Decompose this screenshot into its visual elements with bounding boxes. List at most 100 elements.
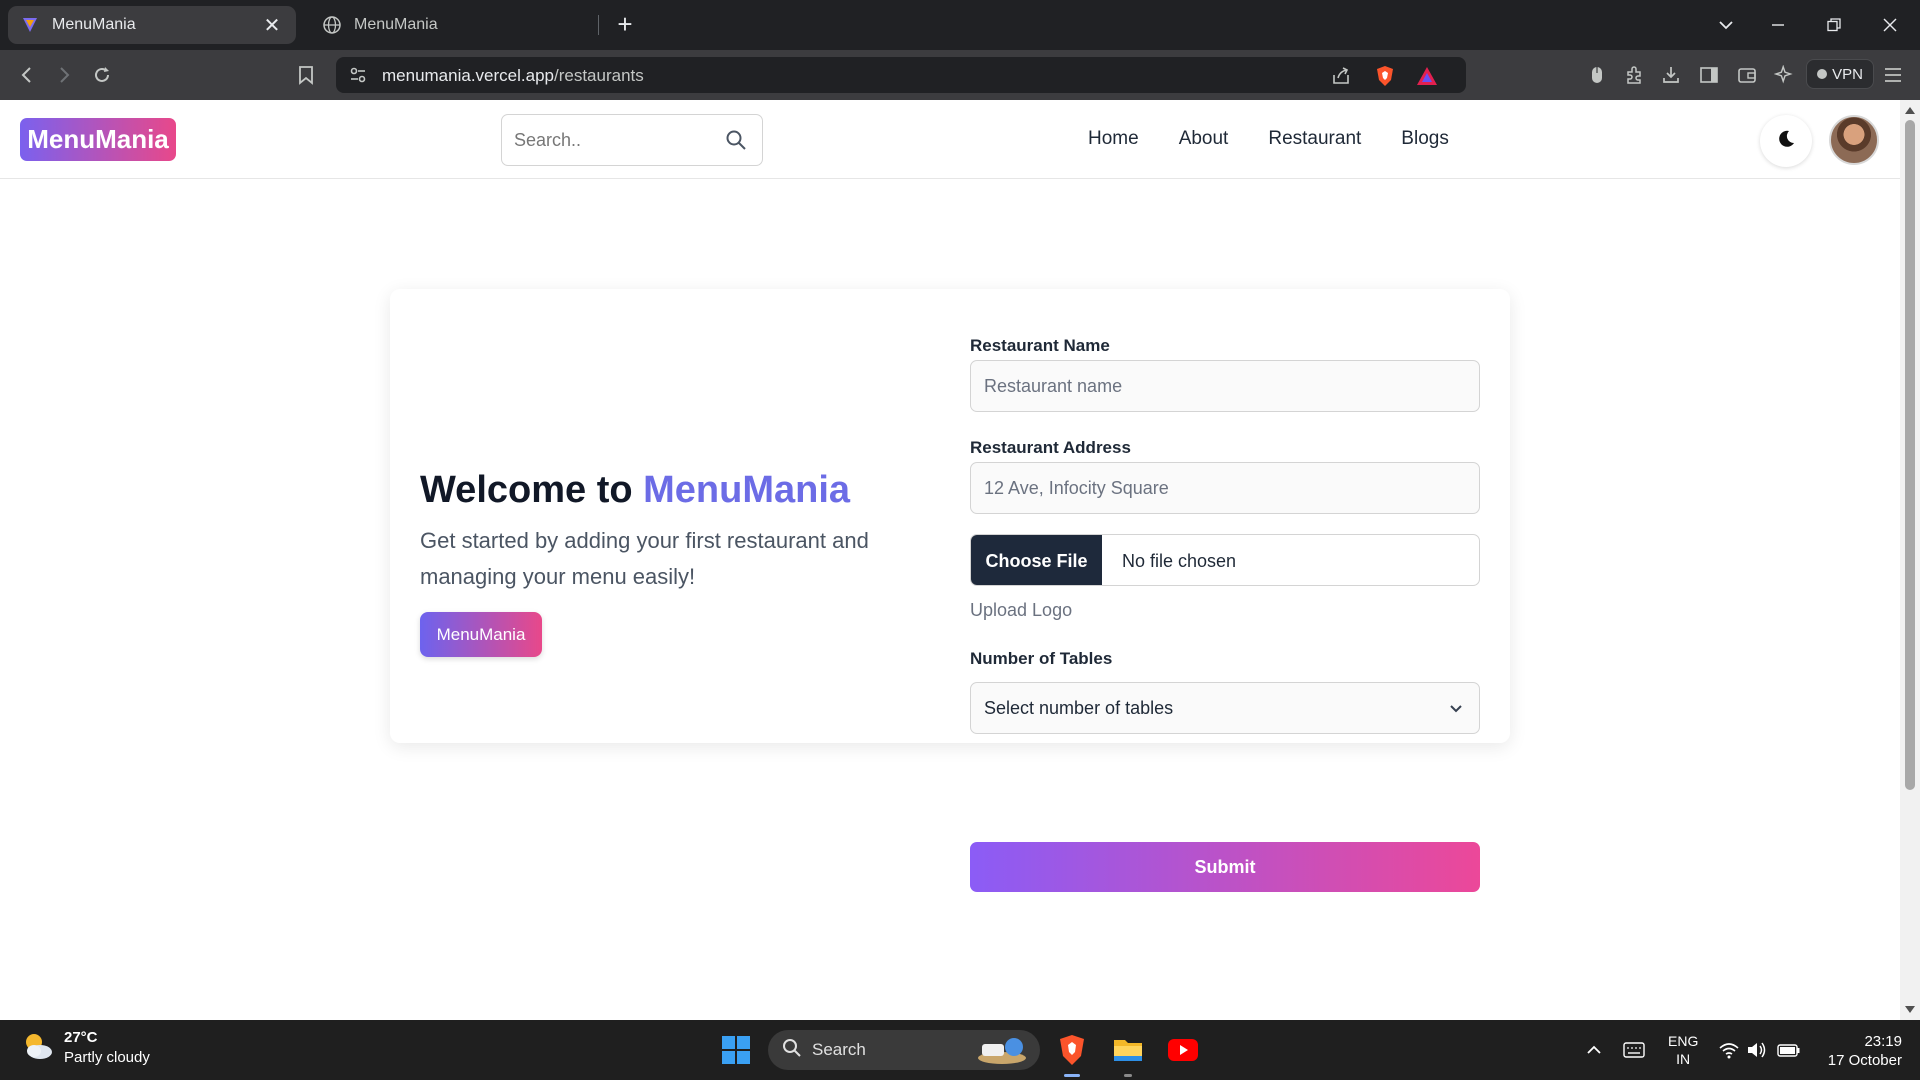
back-icon[interactable] <box>14 62 40 88</box>
language-code: ENG <box>1668 1033 1699 1049</box>
restaurant-address-label: Restaurant Address <box>970 438 1131 457</box>
search-icon <box>782 1038 802 1063</box>
brave-rewards-icon[interactable] <box>1414 63 1440 89</box>
tab-menumania-active[interactable]: MenuMania ✕ <box>8 6 296 44</box>
youtube-icon[interactable] <box>1163 1030 1203 1070</box>
tab-title: MenuMania <box>52 16 136 33</box>
restore-icon[interactable] <box>1806 0 1862 50</box>
nav-link-restaurant[interactable]: Restaurant <box>1268 128 1361 150</box>
forward-icon[interactable] <box>51 62 77 88</box>
vpn-label: VPN <box>1832 65 1863 83</box>
chevron-down-icon <box>1445 698 1467 720</box>
weather-condition: Partly cloudy <box>64 1049 150 1066</box>
restaurant-name-label: Restaurant Name <box>970 336 1110 355</box>
download-icon[interactable] <box>1658 62 1684 88</box>
globe-icon <box>322 15 342 35</box>
input-language-indicator[interactable]: ENG IN <box>1668 1032 1698 1068</box>
reload-icon[interactable] <box>89 62 115 88</box>
weather-temperature: 27°C <box>64 1029 98 1046</box>
welcome-brand: MenuMania <box>643 469 851 511</box>
submit-button[interactable]: Submit <box>970 842 1480 892</box>
menu-icon[interactable] <box>1880 62 1906 88</box>
nav-link-about[interactable]: About <box>1179 128 1229 150</box>
welcome-heading: Welcome to MenuMania <box>420 469 850 512</box>
partly-cloudy-icon <box>20 1029 56 1068</box>
app-running-indicator <box>1124 1074 1132 1077</box>
site-settings-icon[interactable] <box>346 63 370 87</box>
battery-icon[interactable] <box>1777 1038 1801 1062</box>
tab-search-chevron-icon[interactable] <box>1698 0 1754 50</box>
page-scrollbar[interactable] <box>1900 100 1920 1020</box>
taskbar-search[interactable]: Search <box>768 1030 1040 1070</box>
close-window-icon[interactable] <box>1862 0 1918 50</box>
weather-widget[interactable]: 27°C Partly cloudy <box>20 1028 150 1068</box>
restaurant-address-input[interactable] <box>970 462 1480 514</box>
restaurant-name-input[interactable] <box>970 360 1480 412</box>
show-hidden-icons-chevron-icon[interactable] <box>1582 1038 1606 1062</box>
active-app-indicator <box>1064 1074 1080 1077</box>
brave-shields-icon[interactable] <box>1372 63 1398 89</box>
page-viewport: MenuMania Home About Restaurant Blogs We… <box>0 100 1900 1020</box>
clock-date: 17 October <box>1827 1052 1902 1069</box>
brave-browser-icon[interactable] <box>1052 1030 1092 1070</box>
moon-icon <box>1776 129 1796 154</box>
user-avatar[interactable] <box>1829 115 1879 165</box>
browser-tab-bar: MenuMania ✕ MenuMania + <box>0 0 1920 50</box>
search-highlight-icon <box>974 1034 1028 1071</box>
url-text: menumania.vercel.app/restaurants <box>382 66 644 86</box>
site-navbar: MenuMania Home About Restaurant Blogs <box>0 100 1900 179</box>
add-restaurant-card: Welcome to MenuMania Get started by addi… <box>390 289 1510 892</box>
theme-toggle-button[interactable] <box>1760 115 1812 167</box>
mouse-icon[interactable] <box>1584 62 1610 88</box>
volume-icon[interactable] <box>1745 1038 1769 1062</box>
upload-logo-hint: Upload Logo <box>970 600 1073 620</box>
system-clock[interactable]: 23:19 17 October <box>1810 1032 1902 1070</box>
weather-text: 27°C Partly cloudy <box>64 1028 150 1068</box>
nav-search-box[interactable] <box>501 114 763 166</box>
new-tab-button[interactable]: + <box>610 10 640 40</box>
url-path: /restaurants <box>553 66 644 85</box>
site-logo[interactable]: MenuMania <box>20 118 176 161</box>
welcome-subtitle: Get started by adding your first restaur… <box>420 528 869 589</box>
nav-links: Home About Restaurant Blogs <box>1088 128 1449 150</box>
tab-divider <box>598 15 599 35</box>
browser-toolbar: menumania.vercel.app/restaurants VPN <box>0 50 1920 100</box>
clock-time: 23:19 <box>1864 1033 1902 1050</box>
tab-title: MenuMania <box>354 16 438 33</box>
bookmark-icon[interactable] <box>293 62 319 88</box>
scrollbar-thumb[interactable] <box>1905 120 1915 790</box>
nav-link-home[interactable]: Home <box>1088 128 1139 150</box>
nav-link-blogs[interactable]: Blogs <box>1401 128 1449 150</box>
share-icon[interactable] <box>1328 63 1354 89</box>
close-tab-icon[interactable]: ✕ <box>260 13 284 38</box>
welcome-prefix: Welcome to <box>420 469 644 511</box>
number-of-tables-select[interactable]: Select number of tables <box>970 682 1480 734</box>
select-value: Select number of tables <box>984 697 1174 718</box>
no-file-text: No file chosen <box>1122 551 1237 571</box>
vpn-button[interactable]: VPN <box>1806 59 1874 89</box>
address-bar[interactable]: menumania.vercel.app/restaurants <box>336 57 1466 93</box>
region-code: IN <box>1676 1051 1691 1067</box>
file-explorer-icon[interactable] <box>1108 1030 1148 1070</box>
taskbar-search-label: Search <box>812 1040 866 1059</box>
scroll-down-icon[interactable] <box>1905 1006 1915 1013</box>
scroll-up-icon[interactable] <box>1905 107 1915 114</box>
nav-search-input[interactable] <box>514 129 714 151</box>
logo-file-input[interactable]: Choose File No file chosen <box>970 534 1480 586</box>
sidebar-icon[interactable] <box>1696 62 1722 88</box>
search-icon[interactable] <box>724 128 748 152</box>
leo-ai-icon[interactable] <box>1771 62 1797 88</box>
wallet-icon[interactable] <box>1734 62 1760 88</box>
windows-taskbar: 27°C Partly cloudy Search ENG IN 23:19 1… <box>0 1020 1920 1080</box>
wifi-icon[interactable] <box>1717 1038 1741 1062</box>
windows-start-icon[interactable] <box>716 1030 756 1070</box>
brave-favicon-icon <box>20 15 40 35</box>
menumania-button[interactable]: MenuMania <box>420 612 542 657</box>
tab-menumania[interactable]: MenuMania <box>310 6 598 44</box>
extensions-icon[interactable] <box>1621 62 1647 88</box>
url-host: menumania.vercel.app <box>382 66 554 85</box>
choose-file-button[interactable]: Choose File <box>971 535 1102 585</box>
keyboard-icon[interactable] <box>1622 1038 1646 1062</box>
number-of-tables-label: Number of Tables <box>970 649 1113 668</box>
minimize-icon[interactable] <box>1750 0 1806 50</box>
